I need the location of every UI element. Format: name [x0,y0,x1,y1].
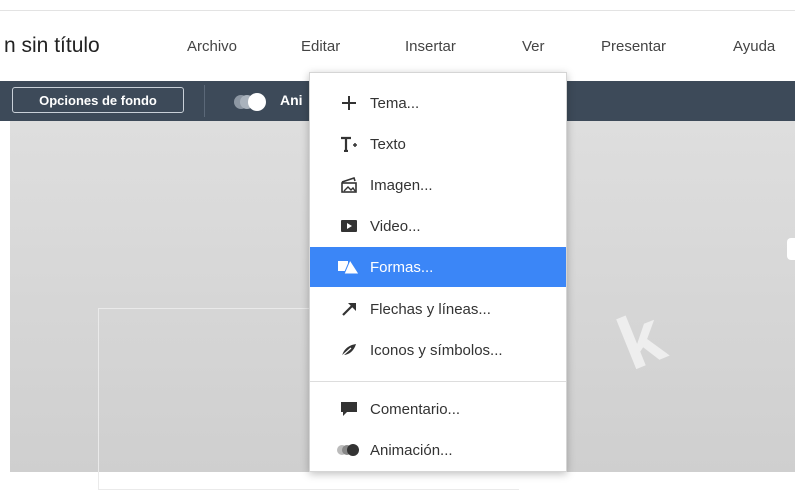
image-icon [336,177,362,193]
menu-item-flechas[interactable]: Flechas y líneas... [310,289,566,329]
menu-item-animacion[interactable]: Animación... [310,430,566,470]
menu-presentar[interactable]: Presentar [601,38,666,55]
menu-item-comentario[interactable]: Comentario... [310,389,566,429]
top-divider [0,10,795,11]
menu-item-texto[interactable]: Texto [310,124,566,164]
animation-icon [336,443,362,457]
plus-icon [336,95,362,111]
toggle-knob [248,93,266,111]
menu-ayuda[interactable]: Ayuda [733,38,775,55]
menu-item-label: Iconos y símbolos... [370,341,503,359]
menu-item-iconos[interactable]: Iconos y símbolos... [310,330,566,370]
comment-icon [336,401,362,417]
menu-item-label: Tema... [370,94,420,112]
menu-item-label: Imagen... [370,176,433,194]
video-icon [336,219,362,233]
menu-item-label: Texto [370,135,406,153]
menu-separator [310,381,566,382]
menu-item-formas[interactable]: Formas... [310,247,566,287]
canvas-left-gutter [0,121,10,472]
menu-item-label: Comentario... [370,400,461,418]
menu-item-label: Flechas y líneas... [370,300,491,318]
menu-item-imagen[interactable]: Imagen... [310,165,566,205]
menu-bar: n sin título Archivo Editar Insertar Ver… [0,24,795,72]
document-title[interactable]: n sin título [4,34,100,58]
menu-item-label: Animación... [370,441,453,459]
menu-item-label: Video... [370,217,421,235]
background-options-button[interactable]: Opciones de fondo [12,87,184,113]
menu-archivo[interactable]: Archivo [187,38,237,55]
insert-menu-dropdown: Tema... Texto Imagen... Video... Formas.… [309,72,567,472]
text-icon [336,136,362,152]
menu-ver[interactable]: Ver [522,38,545,55]
menu-editar[interactable]: Editar [301,38,340,55]
animation-toggle[interactable] [234,93,272,111]
leaf-icon [336,343,362,357]
shapes-icon [336,259,362,275]
arrow-icon [336,301,362,317]
animation-label: Ani [280,92,303,108]
menu-insertar[interactable]: Insertar [405,38,456,55]
menu-item-video[interactable]: Video... [310,206,566,246]
menu-item-label: Formas... [370,258,434,276]
menu-item-tema[interactable]: Tema... [310,83,566,123]
toolbar-divider [204,85,205,117]
canvas-edge-marker [787,238,795,260]
